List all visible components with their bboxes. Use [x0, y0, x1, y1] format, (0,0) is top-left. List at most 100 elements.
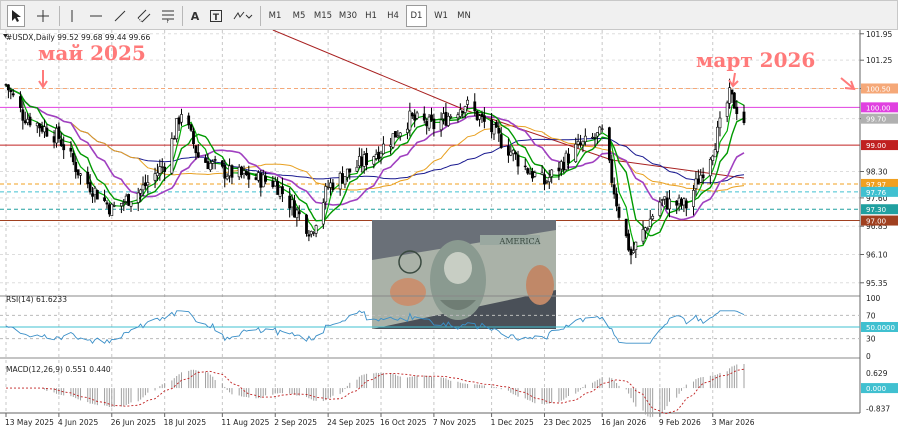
candle-body	[648, 218, 652, 227]
candle-body	[341, 173, 344, 184]
candle-body	[244, 170, 248, 176]
candle-body	[355, 166, 359, 172]
candle-body	[45, 127, 49, 137]
candle-body	[382, 143, 385, 155]
candle-body	[264, 176, 268, 182]
candle-body	[242, 170, 246, 174]
toolbar: F A T M1 M5 M15 M30 H1 H4 D1 W1 MN	[0, 0, 898, 30]
candle-body	[442, 113, 445, 120]
candle-body	[632, 250, 635, 254]
candle-body	[122, 201, 126, 204]
candle-body	[26, 118, 30, 123]
candle-body	[482, 115, 486, 122]
price-tag-label: 100.50	[866, 85, 891, 93]
candle-body	[533, 172, 537, 177]
candle-body	[559, 161, 563, 170]
date-axis-label: 16 Jan 2026	[601, 418, 646, 427]
candle-body	[591, 136, 594, 139]
candle-body	[259, 172, 263, 188]
candle-body	[607, 127, 611, 161]
candle-body	[564, 152, 568, 170]
crosshair-tool-icon[interactable]	[33, 5, 53, 27]
date-axis-label: 4 Jun 2025	[58, 418, 99, 427]
rsi-axis-label: 30	[866, 335, 876, 344]
candle-body	[511, 149, 515, 154]
timeframe-w1[interactable]: W1	[430, 5, 452, 27]
price-tag-label: 99.70	[866, 116, 886, 124]
timeframe-m15[interactable]: M15	[311, 5, 335, 27]
price-tag-label: 100.00	[866, 104, 891, 112]
candle-body	[391, 133, 395, 148]
timeframe-d1[interactable]: D1	[406, 5, 427, 27]
arrows-tool-icon[interactable]	[229, 5, 255, 27]
candle-body	[711, 155, 715, 161]
candle-body	[581, 140, 585, 146]
candle-body	[612, 184, 616, 195]
candle-body	[629, 248, 633, 256]
candle-body	[579, 142, 582, 146]
timeframe-mn[interactable]: MN	[453, 5, 475, 27]
candle-body	[463, 106, 467, 113]
price-tag-label: 97.30	[866, 206, 886, 214]
candle-body	[281, 186, 284, 195]
candle-body	[725, 102, 729, 117]
candle-body	[507, 145, 510, 156]
candle-body	[377, 151, 381, 160]
cursor-tool-icon[interactable]	[7, 5, 25, 27]
candle-body	[576, 141, 580, 145]
candle-body	[144, 182, 147, 187]
channel-tool-icon[interactable]	[134, 5, 154, 27]
trendline-tool-icon[interactable]	[111, 5, 129, 27]
candle-body	[261, 174, 265, 188]
timeframe-m1[interactable]: M1	[264, 5, 286, 27]
candle-body	[19, 96, 22, 108]
text-tool-button[interactable]: A	[186, 5, 204, 27]
candle-body	[7, 84, 10, 91]
candle-body	[713, 149, 717, 158]
timeframe-h1[interactable]: H1	[361, 5, 381, 27]
candle-body	[677, 197, 681, 205]
candle-body	[240, 166, 243, 175]
timeframe-m5[interactable]: M5	[288, 5, 310, 27]
rsi-axis-label: 70	[866, 311, 876, 320]
candle-body	[189, 124, 193, 131]
candle-body	[158, 166, 162, 174]
timeframe-h4[interactable]: H4	[383, 5, 403, 27]
price-axis-label: 98.30	[866, 167, 888, 176]
fibonacci-tool-icon[interactable]: F	[158, 5, 178, 27]
candle-body	[124, 195, 128, 202]
horizontal-line-tool-icon[interactable]	[87, 5, 105, 27]
candle-body	[742, 111, 746, 124]
candle-body	[473, 101, 477, 112]
date-axis-label: 18 Jul 2025	[164, 418, 207, 427]
candle-body	[494, 122, 498, 128]
chart-area[interactable]: AMERICA 101.95101.25100.5099.7098.3097.6…	[0, 30, 900, 431]
candle-body	[680, 199, 683, 206]
candle-body	[196, 152, 200, 158]
candle-body	[658, 201, 662, 216]
date-axis-label: 9 Feb 2026	[659, 418, 701, 427]
candle-body	[69, 147, 73, 152]
candle-body	[324, 186, 328, 203]
candle-body	[663, 196, 667, 200]
candle-body	[297, 211, 301, 215]
candle-body	[230, 165, 234, 178]
candle-body	[170, 138, 174, 174]
candle-body	[728, 87, 731, 104]
candle-body	[254, 177, 258, 180]
candle-body	[309, 231, 313, 235]
date-axis-label: 2 Sep 2025	[274, 418, 317, 427]
candle-body	[141, 184, 145, 191]
vertical-line-tool-icon[interactable]	[63, 5, 81, 27]
candle-body	[499, 134, 503, 148]
candle-body	[562, 161, 566, 171]
candle-body	[95, 190, 99, 200]
rsi-axis-label: 100	[866, 294, 881, 303]
candle-body	[444, 111, 448, 126]
timeframe-m30[interactable]: M30	[336, 5, 360, 27]
price-axis-label: 101.95	[866, 30, 892, 39]
text-label-tool-icon[interactable]: T	[207, 5, 225, 27]
candle-body	[415, 112, 419, 119]
dollar-photo: AMERICA	[372, 220, 556, 329]
candle-body	[177, 117, 181, 125]
